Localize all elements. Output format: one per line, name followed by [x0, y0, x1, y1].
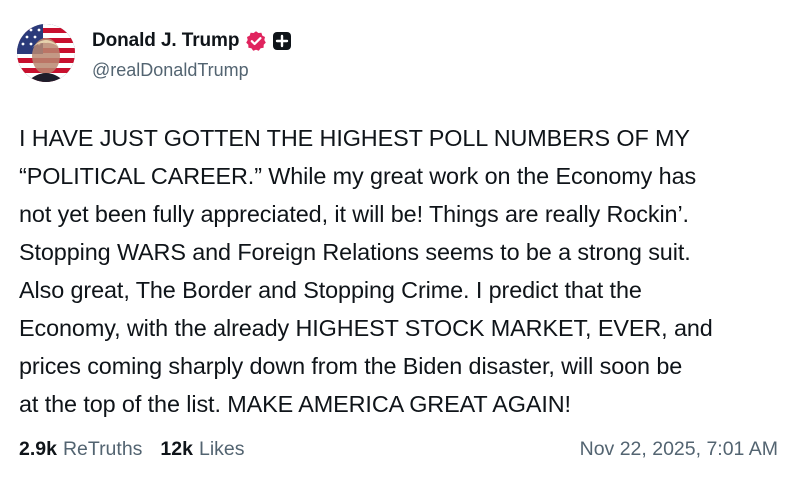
retruths-count: 2.9k [19, 437, 57, 460]
avatar[interactable] [17, 24, 75, 82]
verified-badge-icon [245, 30, 267, 52]
plus-badge-icon [272, 31, 292, 51]
post-body-line: prices coming sharply down from the Bide… [19, 353, 683, 379]
post-body-line: Also great, The Border and Stopping Crim… [19, 277, 642, 303]
author-row: Donald J. Trump [92, 28, 292, 54]
post-body-line: I HAVE JUST GOTTEN THE HIGHEST POLL NUMB… [19, 125, 690, 151]
author-handle[interactable]: @realDonaldTrump [92, 60, 249, 81]
post-body-line: at the top of the list. MAKE AMERICA GRE… [19, 391, 571, 417]
author-display-name[interactable]: Donald J. Trump [92, 30, 239, 52]
likes-count: 12k [160, 437, 193, 460]
post-timestamp[interactable]: Nov 22, 2025, 7:01 AM [580, 438, 778, 461]
likes-stat[interactable]: 12k Likes [160, 438, 244, 461]
likes-label: Likes [198, 437, 245, 460]
post-body-line: Economy, with the already HIGHEST STOCK … [19, 315, 713, 341]
post-body-line: “POLITICAL CAREER.” While my great work … [19, 163, 697, 189]
post-card: Donald J. Trump @realDonaldTrump I HAVE … [0, 0, 800, 478]
retruths-label: ReTruths [62, 437, 143, 460]
profile-photo-flag-icon [17, 24, 75, 82]
post-footer: 2.9k ReTruths 12k Likes Nov 22, 2025, 7:… [19, 436, 778, 462]
retruths-stat[interactable]: 2.9k ReTruths [19, 438, 142, 461]
post-body: I HAVE JUST GOTTEN THE HIGHEST POLL NUMB… [19, 119, 789, 423]
post-body-line: not yet been fully appreciated, it will … [19, 201, 689, 227]
post-body-line: Stopping WARS and Foreign Relations seem… [19, 239, 691, 265]
